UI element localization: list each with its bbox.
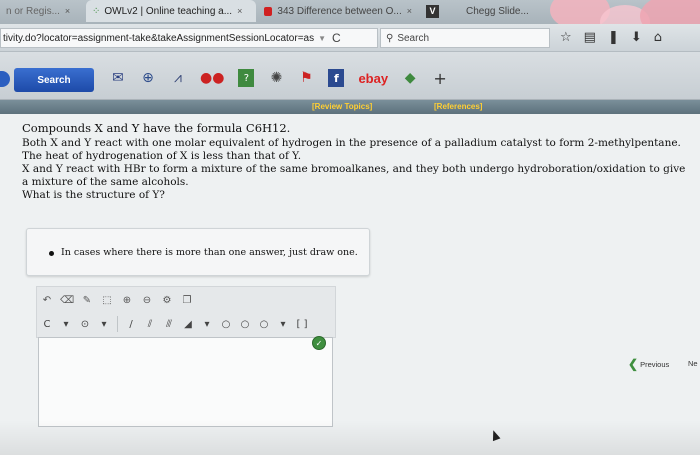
chevron-left-icon: ❮: [628, 357, 639, 371]
tab-label: 343 Difference between O...: [277, 5, 402, 17]
close-icon[interactable]: ×: [407, 6, 412, 16]
settings-icon[interactable]: ⚙: [161, 293, 173, 307]
bottom-shade: [0, 420, 700, 455]
tab-difference[interactable]: 343 Difference between O... ×: [258, 0, 418, 22]
previous-label: Previous: [640, 359, 670, 369]
tag-icon[interactable]: ◆: [402, 69, 418, 87]
select-icon[interactable]: ⬚: [101, 293, 113, 307]
tab-label: n or Regis...: [6, 5, 60, 17]
dropdown-icon[interactable]: ▼: [318, 34, 326, 43]
triple-bond-icon[interactable]: ⫻: [163, 317, 175, 331]
tab-owlv2[interactable]: ⁘ OWLv2 | Online teaching a... ×: [86, 0, 256, 22]
chart-icon[interactable]: ⩘: [170, 69, 186, 87]
bullet-icon: [49, 251, 54, 256]
close-icon[interactable]: ×: [237, 6, 242, 16]
carbon-icon[interactable]: C: [41, 317, 53, 331]
bookmarks-toolbar: Search ✉ ⊕ ⩘ ●● ? ✺ ⚑ f ebay ◆ +: [0, 52, 700, 100]
owl-favicon-icon: ⁘: [92, 5, 100, 17]
question-line: The heat of hydrogenation of X is less t…: [22, 150, 302, 162]
address-bar-row: tivity.do?locator=assignment-take&takeAs…: [0, 24, 700, 52]
ring-icon[interactable]: ○: [258, 317, 270, 331]
editor-tools-row-1: ↶ ⌫ ✎ ⬚ ⊕ ⊖ ⚙ ❐: [41, 293, 193, 307]
double-bond-icon[interactable]: ⫽: [144, 317, 156, 331]
zoom-out-icon[interactable]: ⊖: [141, 293, 153, 307]
magnifier-icon: ⚲: [386, 32, 394, 44]
add-icon[interactable]: +: [432, 69, 448, 88]
reload-icon[interactable]: C: [332, 31, 341, 45]
star-icon[interactable]: ☆: [560, 30, 572, 45]
toolbar-logo-icon[interactable]: [0, 71, 10, 87]
editor-tools-row-2: C ▾ ⊙ ▾ / ⫽ ⫻ ◢ ▾ ○ ○ ○ ▾ [ ]: [41, 316, 308, 332]
browser-nav-icons: ☆ ▤ ❚ ⬇ ⌂: [560, 30, 662, 45]
wedge-bond-icon[interactable]: ◢: [182, 317, 194, 331]
globe-icon[interactable]: ⊕: [140, 69, 156, 87]
bookmark-icon[interactable]: ❚: [608, 30, 619, 45]
youtube-favicon-icon: [264, 6, 273, 16]
tab-regis[interactable]: n or Regis... ×: [0, 0, 82, 22]
flag-icon[interactable]: ⚑: [298, 69, 314, 87]
download-icon[interactable]: ⬇: [631, 30, 642, 45]
tab-label: Chegg Slide...: [466, 5, 529, 17]
ebay-label: ebay: [358, 70, 389, 86]
chevron-down-icon[interactable]: ▾: [60, 317, 72, 331]
tab-label: OWLv2 | Online teaching a...: [104, 5, 233, 17]
check-icon[interactable]: ✓: [312, 336, 326, 350]
question-line: Both X and Y react with one molar equiva…: [22, 137, 681, 149]
review-topics-link[interactable]: [Review Topics]: [312, 102, 372, 111]
next-button[interactable]: Ne: [688, 359, 698, 368]
chevron-down-icon[interactable]: ▾: [98, 317, 110, 331]
chevron-down-icon[interactable]: ▾: [201, 317, 213, 331]
erase-icon[interactable]: ⌫: [60, 293, 74, 307]
reference-strip: [Review Topics] [References]: [0, 100, 700, 114]
dots-icon[interactable]: ●●: [200, 69, 224, 87]
bracket-icon[interactable]: [ ]: [296, 317, 308, 331]
previous-button[interactable]: ❮ Previous: [628, 357, 669, 371]
mail-icon[interactable]: ✉: [110, 69, 126, 87]
question-line: What is the structure of Y?: [22, 189, 165, 201]
tab-v[interactable]: V: [420, 0, 446, 22]
toolbar-search-button[interactable]: Search: [14, 68, 94, 92]
copy-icon[interactable]: ❐: [181, 293, 193, 307]
url-text: tivity.do?locator=assignment-take&takeAs…: [3, 32, 315, 44]
question-line: X and Y react with HBr to form a mixture…: [22, 163, 686, 188]
chevron-down-icon[interactable]: ▾: [277, 317, 289, 331]
reading-list-icon[interactable]: ▤: [584, 30, 596, 45]
drawing-canvas[interactable]: [38, 337, 333, 427]
browser-search-input[interactable]: ⚲ Search: [380, 28, 550, 48]
question-line: Compounds X and Y have the formula C6H12…: [22, 121, 291, 135]
close-icon[interactable]: ×: [65, 6, 70, 16]
structure-editor-toolbar: ↶ ⌫ ✎ ⬚ ⊕ ⊖ ⚙ ❐ C ▾ ⊙ ▾ / ⫽ ⫻ ◢ ▾ ○ ○ ○ …: [36, 286, 336, 338]
references-link[interactable]: [References]: [434, 102, 482, 111]
undo-icon[interactable]: ↶: [41, 293, 53, 307]
assignment-page: [Review Topics] [References] Compounds X…: [0, 100, 700, 455]
facebook-icon[interactable]: f: [328, 69, 345, 87]
home-icon[interactable]: ⌂: [654, 30, 662, 45]
hint-text: In cases where there is more than one an…: [61, 247, 358, 258]
pencil-icon[interactable]: ✎: [81, 293, 93, 307]
single-bond-icon[interactable]: /: [125, 317, 137, 331]
question-text: Compounds X and Y have the formula C6H12…: [22, 122, 694, 202]
bookmark-icons: ✉ ⊕ ⩘ ●● ? ✺ ⚑ f ebay ◆ +: [110, 69, 448, 88]
ebay-link[interactable]: ebay: [358, 69, 388, 87]
search-placeholder: Search: [397, 32, 430, 44]
v-favicon-icon: V: [426, 4, 439, 18]
separator: [117, 316, 118, 332]
help-icon[interactable]: ?: [238, 69, 255, 87]
tab-chegg[interactable]: Chegg Slide...: [460, 0, 540, 22]
browser-tab-bar: n or Regis... × ⁘ OWLv2 | Online teachin…: [0, 0, 700, 24]
ring-icon[interactable]: ○: [239, 317, 251, 331]
zoom-in-icon[interactable]: ⊕: [121, 293, 133, 307]
url-field[interactable]: tivity.do?locator=assignment-take&takeAs…: [0, 28, 378, 48]
hint-box: In cases where there is more than one an…: [26, 228, 370, 276]
charge-icon[interactable]: ⊙: [79, 317, 91, 331]
sun-icon[interactable]: ✺: [268, 69, 284, 87]
ring-icon[interactable]: ○: [220, 317, 232, 331]
